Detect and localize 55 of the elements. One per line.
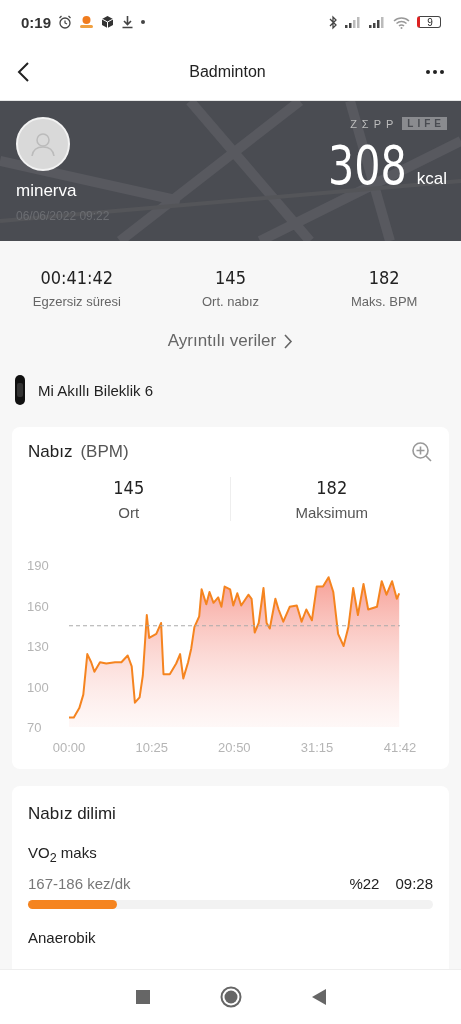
y-tick-label: 70 [27, 720, 42, 735]
battery-icon: 9 [417, 16, 441, 28]
zone-percent: %22 [349, 875, 380, 892]
y-tick-label: 130 [27, 639, 49, 654]
status-time: 0:19 [21, 13, 52, 31]
summary-value: 145 [113, 477, 145, 498]
wifi-icon [393, 15, 410, 29]
summary-value: 182 [316, 477, 348, 498]
stat-value: 182 [368, 267, 400, 288]
calories-unit: kcal [416, 169, 447, 189]
card-title: Nabız dilimi [28, 804, 116, 823]
signal-icon [369, 16, 386, 28]
signal-icon [345, 16, 362, 28]
band-icon [14, 375, 26, 405]
download-icon [121, 15, 135, 29]
bluetooth-icon [329, 14, 338, 30]
zone-range: 167-186 kez/dk [28, 875, 131, 892]
stat-value: 145 [215, 267, 246, 288]
figure-icon [79, 15, 95, 29]
summary-label: Maksimum [295, 504, 368, 521]
details-link[interactable]: Ayrıntılı veriler [167, 331, 294, 351]
card-unit: (BPM) [80, 442, 129, 461]
y-tick-label: 160 [27, 598, 49, 614]
box-icon [101, 15, 115, 29]
card-title: Nabız [28, 442, 73, 461]
y-tick-label: 100 [27, 679, 49, 695]
brand-logo: ZΣPP LIFE [350, 117, 447, 130]
zone-name: VO$_{2}$ maks [28, 844, 98, 865]
x-tick-label: 00:00 [52, 740, 86, 755]
calories-value: 308 [327, 134, 407, 197]
zone-name: Anaerobik [28, 929, 97, 946]
y-tick-label: 190 [27, 558, 49, 573]
zone-time: 09:28 [395, 875, 433, 892]
recents-button[interactable] [135, 990, 150, 1004]
home-button[interactable] [219, 986, 242, 1008]
back-nav-button[interactable] [311, 989, 326, 1005]
stat-value: 00:41:42 [40, 267, 114, 288]
summary-label: Ort [118, 504, 140, 521]
page-title: Badminton [188, 63, 267, 81]
dot-icon [141, 20, 146, 24]
device-name: Mi Akıllı Bileklik 6 [38, 381, 154, 399]
stat-label: Egzersiz süresi [32, 294, 121, 309]
stat-label: Ort. nabız [201, 294, 260, 309]
zoom-in-button[interactable] [411, 441, 433, 463]
user-name: minerva [16, 181, 77, 201]
avatar [16, 117, 70, 171]
stat-label: Maks. BPM [350, 294, 418, 309]
x-tick-label: 31:15 [300, 740, 334, 755]
chevron-icon [284, 333, 294, 349]
x-tick-label: 20:50 [218, 740, 251, 755]
alarm-icon [58, 15, 73, 29]
x-tick-label: 10:25 [135, 740, 168, 755]
more-button[interactable] [425, 69, 445, 75]
x-tick-label: 41:42 [383, 740, 417, 755]
back-button[interactable] [16, 61, 30, 83]
